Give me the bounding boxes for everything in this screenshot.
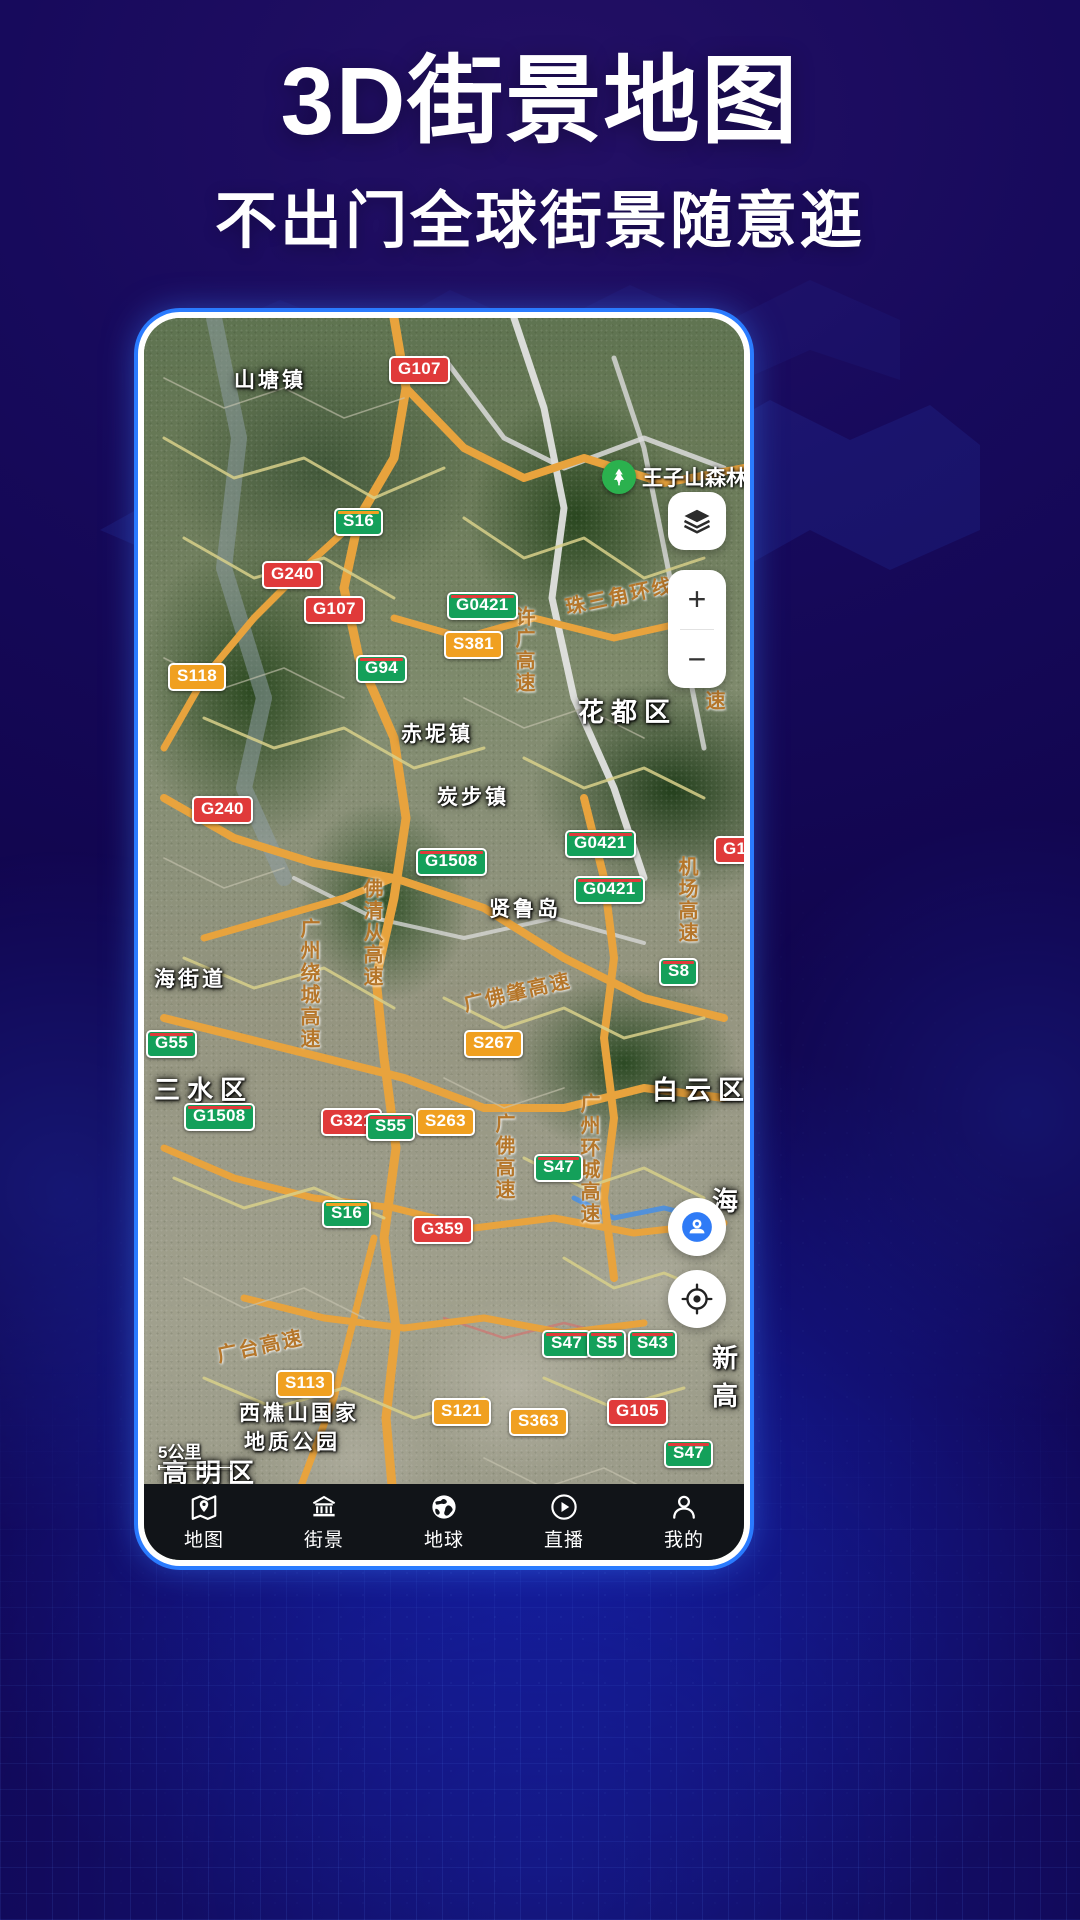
poi-wangzishan-forest-park[interactable]: 王子山森林公园: [602, 460, 744, 494]
route-shield: S267: [464, 1030, 523, 1058]
route-shield: S16: [322, 1200, 372, 1228]
map-road-network: [160, 318, 744, 1560]
route-shield: G240: [192, 796, 253, 824]
route-shield: S47: [542, 1330, 592, 1358]
route-shield: S5: [587, 1330, 627, 1358]
route-shield: G105: [607, 1398, 668, 1426]
nav-label-map: 地图: [183, 1530, 224, 1551]
route-shield: S118: [168, 663, 226, 691]
route-shield: S47: [534, 1154, 584, 1182]
scale-label: 5公里: [158, 1443, 202, 1462]
nav-item-map[interactable]: 地图: [144, 1484, 264, 1560]
street-icon: [312, 1495, 336, 1517]
scale-line: [158, 1465, 232, 1470]
nav-item-profile[interactable]: 我的: [624, 1484, 744, 1560]
globe-icon: [432, 1495, 456, 1519]
zoom-in-button[interactable]: +: [668, 570, 726, 629]
route-shield: G10: [714, 836, 744, 864]
route-shield: S263: [416, 1108, 475, 1136]
bottom-navigation: 地图 街景 地球 直播 我的: [144, 1484, 744, 1560]
route-shield: G359: [412, 1216, 473, 1244]
satellite-map[interactable]: 山塘镇 赤坭镇 炭步镇 贤鲁岛 花都区 三水区 白云区 海街道 西樵山国家 地质公园 高明区海新高 …: [144, 318, 744, 1560]
layers-icon: [683, 509, 711, 534]
zoom-controls: + −: [668, 570, 726, 688]
nav-item-live[interactable]: 直播: [504, 1484, 624, 1560]
nav-label-globe: 地球: [423, 1530, 464, 1551]
street-view-icon: [682, 1212, 712, 1242]
route-shield: S113: [276, 1370, 334, 1398]
zoom-out-button[interactable]: −: [668, 630, 726, 689]
nav-item-globe[interactable]: 地球: [384, 1484, 504, 1560]
route-shield: S8: [659, 958, 699, 986]
page-title: 3D街景地图: [280, 48, 800, 155]
person-icon: [673, 1495, 695, 1519]
route-shield: S43: [628, 1330, 678, 1358]
phone-mockup: 山塘镇 赤坭镇 炭步镇 贤鲁岛 花都区 三水区 白云区 海街道 西樵山国家 地质公园 高明区海新高 …: [138, 312, 750, 1566]
crosshair-icon: [681, 1283, 713, 1315]
poi-label: 王子山森林公园: [642, 467, 744, 490]
page-subtitle: 不出门全球街景随意逛: [214, 187, 865, 256]
route-shield: S55: [366, 1113, 416, 1141]
route-shield: G0421: [565, 830, 636, 858]
route-shield: G107: [304, 596, 365, 624]
layers-button[interactable]: [668, 492, 726, 550]
map-pin-icon: [191, 1495, 217, 1520]
nav-item-street[interactable]: 街景: [264, 1484, 384, 1560]
route-shield: S47: [664, 1440, 714, 1468]
route-shield: S121: [432, 1398, 491, 1426]
route-shield: G0421: [447, 592, 518, 620]
street-view-button[interactable]: [668, 1198, 726, 1256]
phone-screen: 山塘镇 赤坭镇 炭步镇 贤鲁岛 花都区 三水区 白云区 海街道 西樵山国家 地质公园 高明区海新高 …: [144, 318, 744, 1560]
route-shield: G240: [262, 561, 323, 589]
nav-label-live: 直播: [543, 1530, 584, 1551]
route-shield: S363: [509, 1408, 568, 1436]
route-shield: G0421: [574, 876, 645, 904]
route-shield: G1508: [184, 1103, 255, 1131]
tree-icon: [602, 460, 636, 494]
route-shield: G94: [356, 655, 408, 683]
route-shield: G55: [146, 1030, 198, 1058]
locate-button[interactable]: [668, 1270, 726, 1328]
nav-label-street: 街景: [303, 1530, 344, 1551]
nav-label-profile: 我的: [663, 1530, 704, 1551]
play-icon: [551, 1494, 577, 1520]
route-shield: G107: [389, 356, 450, 384]
route-shield: S381: [444, 631, 503, 659]
route-shield: S16: [334, 508, 384, 536]
route-shield: G1508: [416, 848, 487, 876]
map-scale-bar: 5公里: [158, 1438, 232, 1470]
